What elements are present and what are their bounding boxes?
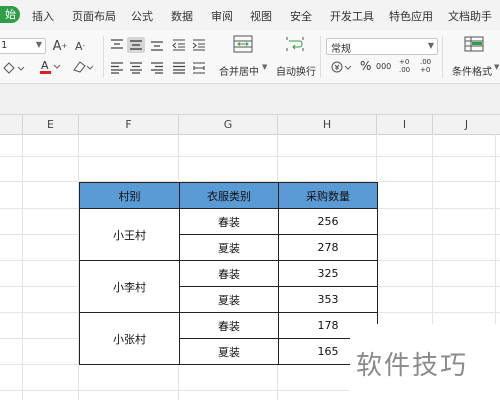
grid-line (22, 134, 23, 400)
qty-cell[interactable]: 256 (278, 208, 378, 235)
menu-doc-assistant[interactable]: 文档助手 (448, 8, 492, 24)
merge-center-icon[interactable] (232, 34, 254, 54)
qty-cell[interactable]: 278 (278, 234, 378, 261)
decrease-decimal-button[interactable]: .00 +0 (420, 58, 436, 74)
chevron-down-icon[interactable]: ▼ (262, 63, 267, 71)
menu-review[interactable]: 审阅 (211, 8, 233, 24)
type-cell[interactable]: 夏装 (179, 234, 279, 261)
wrap-text-icon[interactable] (284, 34, 306, 54)
table-header-row: 村别 衣服类别 采购数量 (79, 182, 378, 209)
watermark-text: 软件技巧 (356, 351, 469, 381)
menu-security[interactable]: 安全 (290, 8, 312, 24)
column-header-bar: E F G H I J (0, 115, 500, 135)
column-header-e[interactable]: E (23, 115, 79, 134)
header-clothing-type[interactable]: 衣服类别 (179, 182, 279, 209)
menu-start-button[interactable]: 始 (0, 6, 20, 23)
type-cell[interactable]: 夏装 (179, 286, 279, 313)
eraser-icon[interactable] (70, 58, 96, 76)
column-header-h[interactable]: H (278, 115, 377, 134)
header-village[interactable]: 村别 (79, 182, 180, 209)
village-cell[interactable]: 小张村 (79, 312, 180, 365)
qty-cell[interactable]: 325 (278, 260, 378, 287)
menu-bar: 始 插入 页面布局 公式 数据 审阅 视图 安全 开发工具 特色应用 文档助手 (0, 0, 500, 30)
font-size-select[interactable]: 1 ▼ (0, 38, 46, 54)
menu-developer[interactable]: 开发工具 (330, 8, 374, 24)
justify-icon[interactable] (170, 60, 188, 76)
wrap-text-label[interactable]: 自动换行 (276, 63, 316, 78)
shape-fill-icon[interactable] (0, 60, 30, 76)
type-cell[interactable]: 春装 (179, 260, 279, 287)
menu-page-layout[interactable]: 页面布局 (72, 8, 116, 24)
merge-center-label[interactable]: 合并居中 (219, 63, 259, 78)
menu-data[interactable]: 数据 (171, 8, 193, 24)
column-header-blank (0, 115, 23, 134)
percent-button[interactable]: % (360, 59, 371, 73)
conditional-format-label[interactable]: 条件格式 (452, 63, 492, 78)
menu-special-apps[interactable]: 特色应用 (389, 8, 433, 24)
column-header-j[interactable]: J (433, 115, 500, 134)
font-color-icon[interactable]: A (38, 58, 64, 76)
menu-view[interactable]: 视图 (250, 8, 272, 24)
conditional-format-icon[interactable] (463, 35, 485, 55)
increase-decimal-button[interactable]: +0 .00 (399, 58, 415, 74)
grid-line (0, 156, 500, 157)
align-bottom-icon[interactable] (148, 37, 166, 53)
menu-insert[interactable]: 插入 (32, 8, 54, 24)
type-cell[interactable]: 春装 (179, 312, 279, 339)
align-middle-icon[interactable] (127, 37, 145, 53)
align-center-icon[interactable] (127, 60, 145, 76)
currency-icon[interactable] (330, 59, 354, 75)
font-size-value: 1 (1, 40, 8, 51)
qty-cell[interactable]: 353 (278, 286, 378, 313)
decrease-font-icon[interactable]: A- (72, 37, 88, 55)
align-top-icon[interactable] (108, 37, 126, 53)
village-cell[interactable]: 小李村 (79, 260, 180, 313)
thousand-separator-button[interactable]: 000 (376, 62, 391, 71)
header-purchase-qty[interactable]: 采购数量 (278, 182, 378, 209)
chevron-down-icon: ▼ (427, 41, 434, 50)
menu-formula[interactable]: 公式 (131, 8, 153, 24)
column-header-g[interactable]: G (179, 115, 278, 134)
purchase-table: 村别 衣服类别 采购数量 小王村 春装 256 夏装 278 小李村 春装 32… (79, 182, 378, 365)
number-format-value: 常规 (331, 44, 351, 55)
svg-text:A: A (41, 59, 49, 72)
formula-bar-area (0, 84, 500, 115)
ribbon-separator (320, 36, 321, 78)
decrease-indent-icon[interactable] (170, 37, 188, 53)
type-cell[interactable]: 春装 (179, 208, 279, 235)
table-row: 小李村 春装 325 (79, 260, 378, 313)
ribbon-toolbar: 1 ▼ A + A- A 合并居中 ▼ 自动换行 常规 ▼ % 000 +0 .… (0, 30, 500, 84)
align-left-icon[interactable] (108, 60, 126, 76)
increase-font-icon[interactable]: A + (52, 37, 68, 55)
chevron-down-icon[interactable]: ▼ (494, 63, 499, 71)
distributed-align-icon[interactable] (190, 60, 208, 76)
ribbon-separator (442, 36, 443, 78)
number-format-select[interactable]: 常规 ▼ (326, 38, 438, 55)
column-header-i[interactable]: I (377, 115, 433, 134)
ribbon-separator (103, 36, 104, 78)
chevron-down-icon: ▼ (35, 40, 42, 49)
village-cell[interactable]: 小王村 (79, 208, 180, 261)
table-row: 小王村 春装 256 (79, 208, 378, 261)
table-row: 小张村 春装 178 (79, 312, 378, 365)
column-header-f[interactable]: F (79, 115, 179, 134)
type-cell[interactable]: 夏装 (179, 338, 279, 365)
increase-indent-icon[interactable] (190, 37, 208, 53)
align-right-icon[interactable] (148, 60, 166, 76)
